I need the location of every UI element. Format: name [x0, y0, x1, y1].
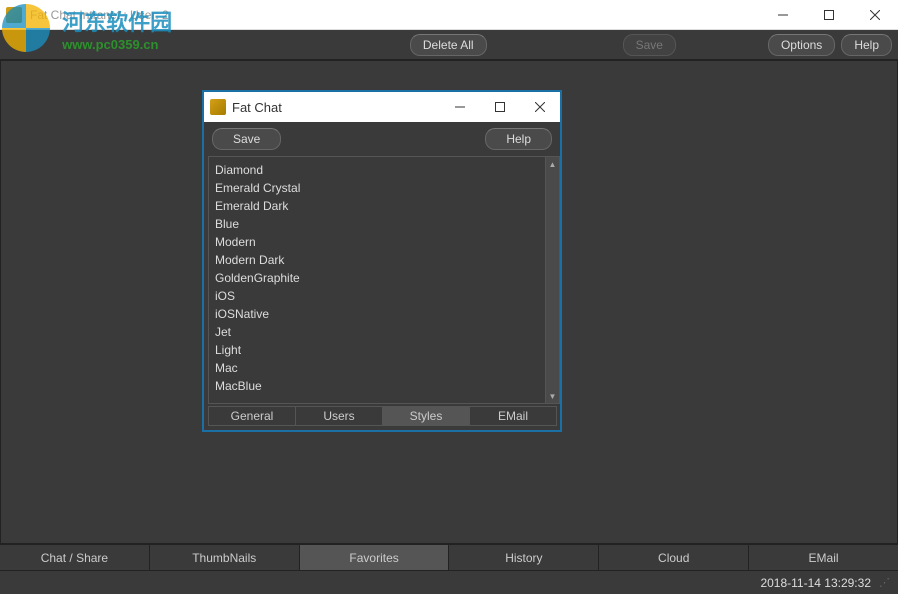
- options-button[interactable]: Options: [768, 34, 835, 56]
- dialog-help-button[interactable]: Help: [485, 128, 552, 150]
- dialog-app-icon: [210, 99, 226, 115]
- tab-chat-share[interactable]: Chat / Share: [0, 545, 150, 570]
- dialog-body: DiamondEmerald CrystalEmerald DarkBlueMo…: [204, 156, 560, 404]
- list-item[interactable]: Diamond: [215, 161, 539, 179]
- styles-scrollbar[interactable]: ▲ ▼: [545, 157, 559, 403]
- list-item[interactable]: Modern: [215, 233, 539, 251]
- app-icon: [6, 7, 22, 23]
- tab-cloud[interactable]: Cloud: [599, 545, 749, 570]
- list-item[interactable]: MacBlue: [215, 377, 539, 395]
- close-button[interactable]: [852, 0, 898, 30]
- bottom-tab-bar: Chat / Share ThumbNails Favorites Histor…: [0, 544, 898, 570]
- dialog-tab-styles[interactable]: Styles: [382, 406, 470, 426]
- list-item[interactable]: GoldenGraphite: [215, 269, 539, 287]
- status-datetime: 2018-11-14 13:29:32: [760, 576, 871, 590]
- tab-history[interactable]: History: [449, 545, 599, 570]
- status-bar: 2018-11-14 13:29:32 ⋰: [0, 570, 898, 594]
- minimize-button[interactable]: [760, 0, 806, 30]
- maximize-button[interactable]: [806, 0, 852, 30]
- list-item[interactable]: iOSNative: [215, 305, 539, 323]
- resize-grip-icon[interactable]: ⋰: [879, 579, 890, 587]
- dialog-close-button[interactable]: [520, 92, 560, 122]
- main-title-bar: Fat Chat Intranet : User: 2: [0, 0, 898, 30]
- help-button[interactable]: Help: [841, 34, 892, 56]
- dialog-tab-users[interactable]: Users: [295, 406, 383, 426]
- dialog-save-button[interactable]: Save: [212, 128, 281, 150]
- scroll-track[interactable]: [546, 171, 559, 389]
- dialog-tab-bar: General Users Styles EMail: [204, 404, 560, 430]
- list-item[interactable]: Jet: [215, 323, 539, 341]
- list-item[interactable]: Light: [215, 341, 539, 359]
- window-title: Fat Chat Intranet : User: 2: [28, 8, 169, 22]
- dialog-maximize-button[interactable]: [480, 92, 520, 122]
- list-item[interactable]: Emerald Dark: [215, 197, 539, 215]
- list-item[interactable]: Emerald Crystal: [215, 179, 539, 197]
- save-button[interactable]: Save: [623, 34, 676, 56]
- settings-dialog: Fat Chat Save Help DiamondEmerald Crysta…: [202, 90, 562, 432]
- list-item[interactable]: Mac: [215, 359, 539, 377]
- scroll-up-icon[interactable]: ▲: [546, 157, 559, 171]
- scroll-down-icon[interactable]: ▼: [546, 389, 559, 403]
- list-item[interactable]: iOS: [215, 287, 539, 305]
- dialog-minimize-button[interactable]: [440, 92, 480, 122]
- list-item[interactable]: Modern Dark: [215, 251, 539, 269]
- dialog-tab-general[interactable]: General: [208, 406, 296, 426]
- dialog-title: Fat Chat: [232, 100, 282, 115]
- delete-all-button[interactable]: Delete All: [410, 34, 487, 56]
- main-toolbar: Delete All Save Options Help: [0, 30, 898, 60]
- list-item[interactable]: Blue: [215, 215, 539, 233]
- dialog-tab-email[interactable]: EMail: [469, 406, 557, 426]
- styles-list: DiamondEmerald CrystalEmerald DarkBlueMo…: [208, 156, 560, 404]
- tab-thumbnails[interactable]: ThumbNails: [150, 545, 300, 570]
- dialog-title-bar: Fat Chat: [204, 92, 560, 122]
- tab-email[interactable]: EMail: [749, 545, 898, 570]
- tab-favorites[interactable]: Favorites: [300, 545, 450, 570]
- dialog-toolbar: Save Help: [204, 122, 560, 156]
